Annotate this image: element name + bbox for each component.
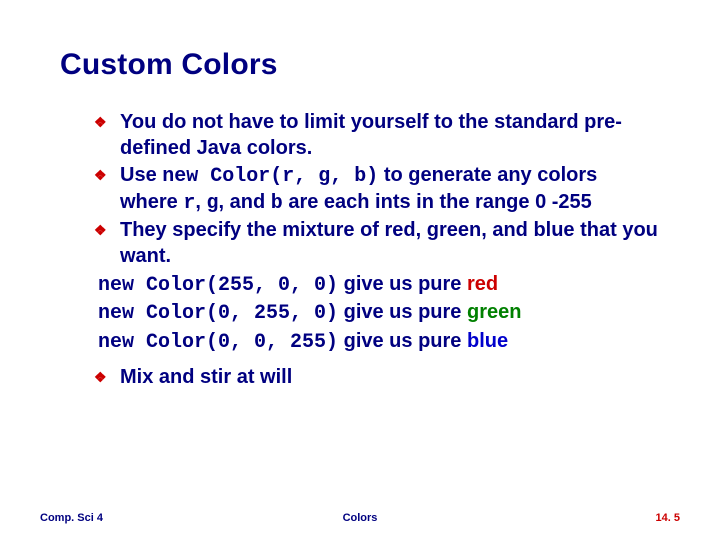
code-fragment: r bbox=[183, 192, 195, 215]
diamond-bullet-icon: ❖ bbox=[94, 163, 120, 187]
slide: Custom Colors ❖ You do not have to limit… bbox=[0, 0, 720, 540]
text-fragment: are each ints in the range 0 -255 bbox=[283, 191, 592, 213]
code-fragment: g bbox=[207, 192, 219, 215]
code-fragment: new Color(0, 255, 0) bbox=[98, 302, 338, 325]
bullet-text: Use new Color(r, g, b) to generate any c… bbox=[120, 163, 660, 216]
footer-right: 14. 5 bbox=[656, 512, 680, 524]
text-fragment: give us pure bbox=[338, 301, 467, 323]
text-fragment: give us pure bbox=[338, 330, 467, 352]
slide-title: Custom Colors bbox=[60, 48, 278, 82]
code-fragment: new Color(255, 0, 0) bbox=[98, 274, 338, 297]
bullet-item: ❖ They specify the mixture of red, green… bbox=[98, 218, 660, 269]
code-fragment: b bbox=[271, 192, 283, 215]
slide-body: ❖ You do not have to limit yourself to t… bbox=[98, 110, 660, 393]
code-fragment: new Color(0, 0, 255) bbox=[98, 331, 338, 354]
bullet-text: They specify the mixture of red, green, … bbox=[120, 218, 660, 269]
text-fragment: give us pure bbox=[338, 273, 467, 295]
text-fragment: , and bbox=[219, 191, 271, 213]
diamond-bullet-icon: ❖ bbox=[94, 365, 120, 389]
bullet-item: ❖ You do not have to limit yourself to t… bbox=[98, 110, 660, 161]
bullet-text: Mix and stir at will bbox=[120, 365, 660, 391]
diamond-bullet-icon: ❖ bbox=[94, 110, 120, 134]
text-fragment: , bbox=[195, 191, 206, 213]
example-line: new Color(0, 255, 0) give us pure green bbox=[98, 300, 660, 327]
example-line: new Color(0, 0, 255) give us pure blue bbox=[98, 329, 660, 356]
color-word-green: green bbox=[467, 301, 521, 323]
text-fragment: Use bbox=[120, 164, 162, 186]
code-fragment: new Color(r, g, b) bbox=[162, 165, 378, 188]
example-line: new Color(255, 0, 0) give us pure red bbox=[98, 272, 660, 299]
bullet-text: You do not have to limit yourself to the… bbox=[120, 110, 660, 161]
color-word-blue: blue bbox=[467, 330, 508, 352]
footer-center: Colors bbox=[40, 512, 680, 524]
color-word-red: red bbox=[467, 273, 498, 295]
bullet-item: ❖ Use new Color(r, g, b) to generate any… bbox=[98, 163, 660, 216]
diamond-bullet-icon: ❖ bbox=[94, 218, 120, 242]
bullet-item: ❖ Mix and stir at will bbox=[98, 365, 660, 391]
